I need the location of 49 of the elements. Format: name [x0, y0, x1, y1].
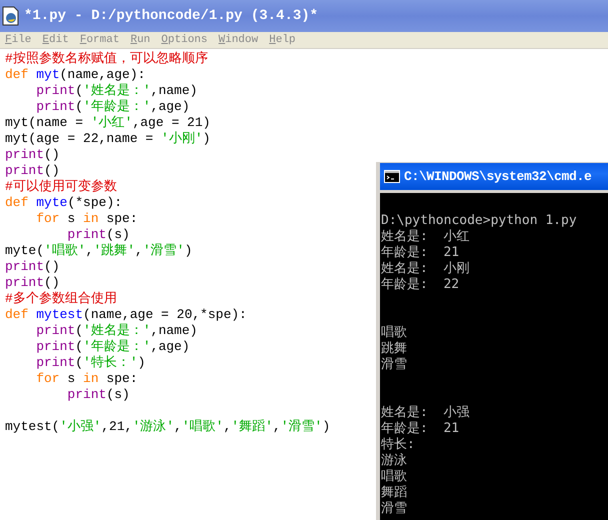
menu-item[interactable]: Window	[218, 34, 258, 46]
code-line: myt(name = '小红',age = 21)	[5, 115, 210, 131]
code-line: for s in spe:	[35, 371, 138, 387]
code-line: print(s)	[66, 387, 130, 403]
console-line: 唱歌	[381, 325, 407, 341]
window-title: *1.py - D:/pythoncode/1.py (3.4.3)*	[24, 8, 318, 24]
console-line: 姓名是: 小红	[381, 229, 470, 245]
code-line: myt(age = 22,name = '小刚')	[5, 131, 210, 147]
code-line: def myt(name,age):	[5, 67, 146, 83]
code-line: for s in spe:	[35, 211, 138, 227]
code-line: print()	[5, 163, 60, 179]
code-line: print()	[5, 275, 60, 291]
code-line: #按照参数名称赋值，可以忽略顺序	[5, 51, 208, 67]
menu-item[interactable]: Edit	[42, 34, 69, 46]
console-title: C:\WINDOWS\system32\cmd.e	[404, 169, 592, 184]
console-line: 游泳	[381, 453, 407, 469]
console-line: 跳舞	[381, 341, 407, 357]
code-line: mytest('小强',21,'游泳','唱歌','舞蹈','滑雪')	[5, 419, 330, 435]
console-line: 特长:	[381, 437, 415, 453]
console-line: 滑雪	[381, 357, 407, 373]
console-line: 年龄是: 21	[381, 421, 460, 437]
code-line: def mytest(name,age = 20,*spe):	[5, 307, 247, 323]
code-line: print('姓名是：',name)	[35, 323, 198, 339]
menu-item[interactable]: Options	[161, 34, 208, 46]
code-line: print()	[5, 259, 60, 275]
console-line: 姓名是: 小刚	[381, 261, 470, 277]
console-line: 年龄是: 22	[381, 277, 460, 293]
menu-item[interactable]: File	[5, 34, 32, 46]
code-line: #多个参数组合使用	[5, 291, 117, 307]
file-icon	[2, 6, 20, 26]
menu-item[interactable]: Format	[80, 34, 120, 46]
code-line: print('姓名是：',name)	[35, 83, 198, 99]
console-line: 舞蹈	[381, 485, 407, 501]
code-line: print('年龄是：',age)	[35, 99, 190, 115]
menu-item[interactable]: Run	[130, 34, 150, 46]
console-line: 滑雪	[381, 501, 407, 517]
code-line: #可以使用可变参数	[5, 179, 117, 195]
console-line: D:\pythoncode>python 1.py	[381, 213, 577, 229]
console-line: 姓名是: 小强	[381, 405, 470, 421]
code-line: print()	[5, 147, 60, 163]
console-icon	[384, 170, 400, 183]
code-line: myte('唱歌','跳舞','滑雪')	[5, 243, 192, 259]
code-line: print('年龄是：',age)	[35, 339, 190, 355]
console-line: 唱歌	[381, 469, 407, 485]
console-line: 年龄是: 21	[381, 245, 460, 261]
code-line: def myte(*spe):	[5, 195, 122, 211]
code-line: print('特长：')	[35, 355, 146, 371]
code-line: print(s)	[66, 227, 130, 243]
menu-item[interactable]: Help	[269, 34, 296, 46]
